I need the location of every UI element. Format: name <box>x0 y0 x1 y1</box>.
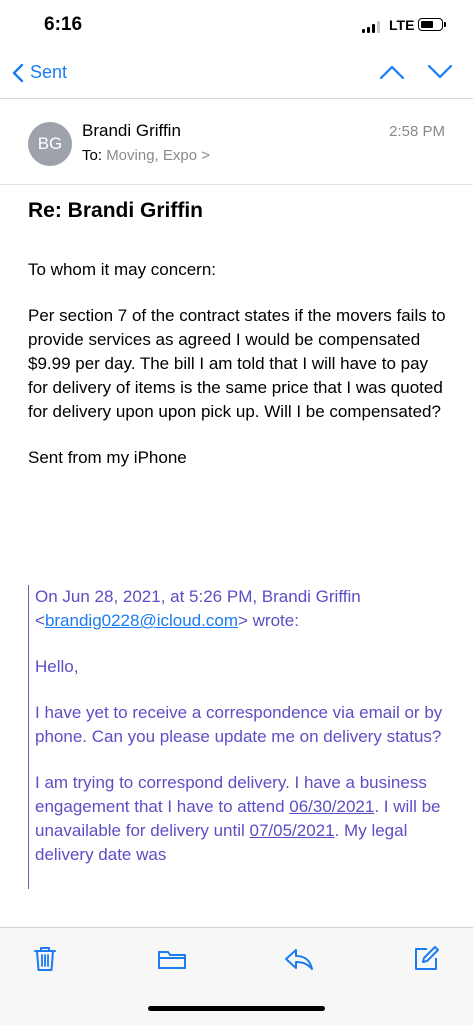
to-prefix: To: <box>82 147 103 164</box>
email-subject: Re: Brandi Griffin <box>28 199 204 222</box>
back-button[interactable]: Sent <box>12 62 67 83</box>
battery-tip <box>444 22 446 27</box>
quoted-message: On Jun 28, 2021, at 5:26 PM, Brandi Grif… <box>28 585 457 889</box>
chevron-left-icon <box>12 63 24 82</box>
nav-bar: Sent <box>0 52 473 99</box>
trash-icon[interactable] <box>30 944 60 974</box>
message-nav-arrows <box>379 64 453 80</box>
date-link-2[interactable]: 07/05/2021 <box>250 821 335 840</box>
home-indicator[interactable] <box>148 1006 325 1011</box>
signal-icon <box>362 21 384 33</box>
email-body: To whom it may concern: Per section 7 of… <box>28 258 448 492</box>
back-label: Sent <box>30 62 68 82</box>
chevron-down-icon[interactable] <box>427 64 453 80</box>
avatar-initials: BG <box>37 134 63 153</box>
body-paragraph: Per section 7 of the contract states if … <box>28 306 446 421</box>
date-link-1[interactable]: 06/30/2021 <box>289 797 374 816</box>
sender-name[interactable]: Brandi Griffin <box>82 121 181 141</box>
recipients-line[interactable]: To: Moving, Expo > <box>82 147 210 164</box>
sender-header: BG Brandi Griffin To: Moving, Expo > 2:5… <box>0 112 473 185</box>
reply-icon[interactable] <box>284 944 314 974</box>
email-link[interactable]: brandig0228@icloud.com <box>45 611 238 630</box>
folder-icon[interactable] <box>157 944 187 974</box>
avatar[interactable]: BG <box>28 122 72 166</box>
recipients: Moving, Expo > <box>106 147 210 164</box>
quote-header: On Jun 28, 2021, at 5:26 PM, Brandi Grif… <box>35 585 457 633</box>
quote-paragraph-1: I have yet to receive a correspondence v… <box>35 703 443 746</box>
compose-icon[interactable] <box>411 944 441 974</box>
network-label: LTE <box>389 17 415 33</box>
status-bar: 6:16 LTE <box>0 0 473 52</box>
greeting: To whom it may concern: <box>28 260 217 279</box>
message-time: 2:58 PM <box>389 123 445 140</box>
quote-hello: Hello, <box>35 657 79 676</box>
signature: Sent from my iPhone <box>28 448 187 467</box>
quote-paragraph-2: I am trying to correspond delivery. I ha… <box>35 771 457 867</box>
battery-fill <box>421 21 433 28</box>
battery-icon <box>418 18 443 31</box>
status-time: 6:16 <box>44 14 83 35</box>
chevron-up-icon[interactable] <box>379 64 405 80</box>
quote-header-post: > wrote: <box>237 611 299 630</box>
